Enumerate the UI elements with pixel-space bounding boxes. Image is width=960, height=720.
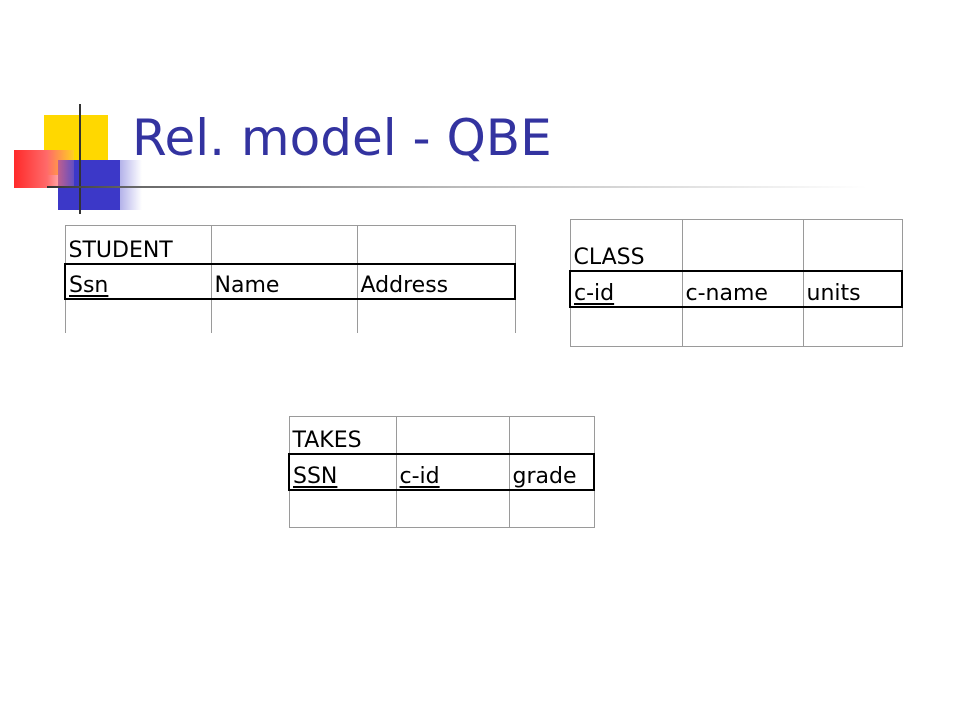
query-cell[interactable] [681,306,804,347]
query-cell[interactable] [210,298,358,333]
decor-blue-fade [108,160,142,210]
table-header-blank[interactable] [395,416,510,455]
slide-title: Rel. model - QBE [132,109,552,167]
table-name-student[interactable]: STUDENT [64,225,212,265]
query-cell[interactable] [288,489,397,528]
table-header-blank[interactable] [210,225,358,265]
column-address[interactable]: Address [356,263,516,300]
table-header-blank[interactable] [356,225,516,265]
column-grade[interactable]: grade [508,453,595,491]
table-header-blank[interactable] [802,219,903,272]
table-header-blank[interactable] [508,416,595,455]
query-cell[interactable] [395,489,510,528]
query-cell[interactable] [569,306,683,347]
takes-qbe-table: TAKES SSN c-id grade [288,416,595,528]
decor-red-bar [14,150,74,188]
decor-vertical-line [79,104,81,214]
query-cell[interactable] [356,298,516,333]
table-name-takes[interactable]: TAKES [288,416,397,455]
column-ssn[interactable]: SSN [288,453,397,491]
query-cell[interactable] [802,306,903,347]
column-units[interactable]: units [802,270,903,308]
table-name-class[interactable]: CLASS [569,219,683,272]
title-underline [47,186,867,188]
column-c-id[interactable]: c-id [395,453,510,491]
class-qbe-table: CLASS c-id c-name units [569,219,903,347]
column-c-id[interactable]: c-id [569,270,683,308]
query-cell[interactable] [508,489,595,528]
column-ssn[interactable]: Ssn [64,263,212,300]
student-qbe-table: STUDENT Ssn Name Address [64,225,516,333]
column-c-name[interactable]: c-name [681,270,804,308]
query-cell[interactable] [64,298,212,333]
column-name[interactable]: Name [210,263,358,300]
table-header-blank[interactable] [681,219,804,272]
